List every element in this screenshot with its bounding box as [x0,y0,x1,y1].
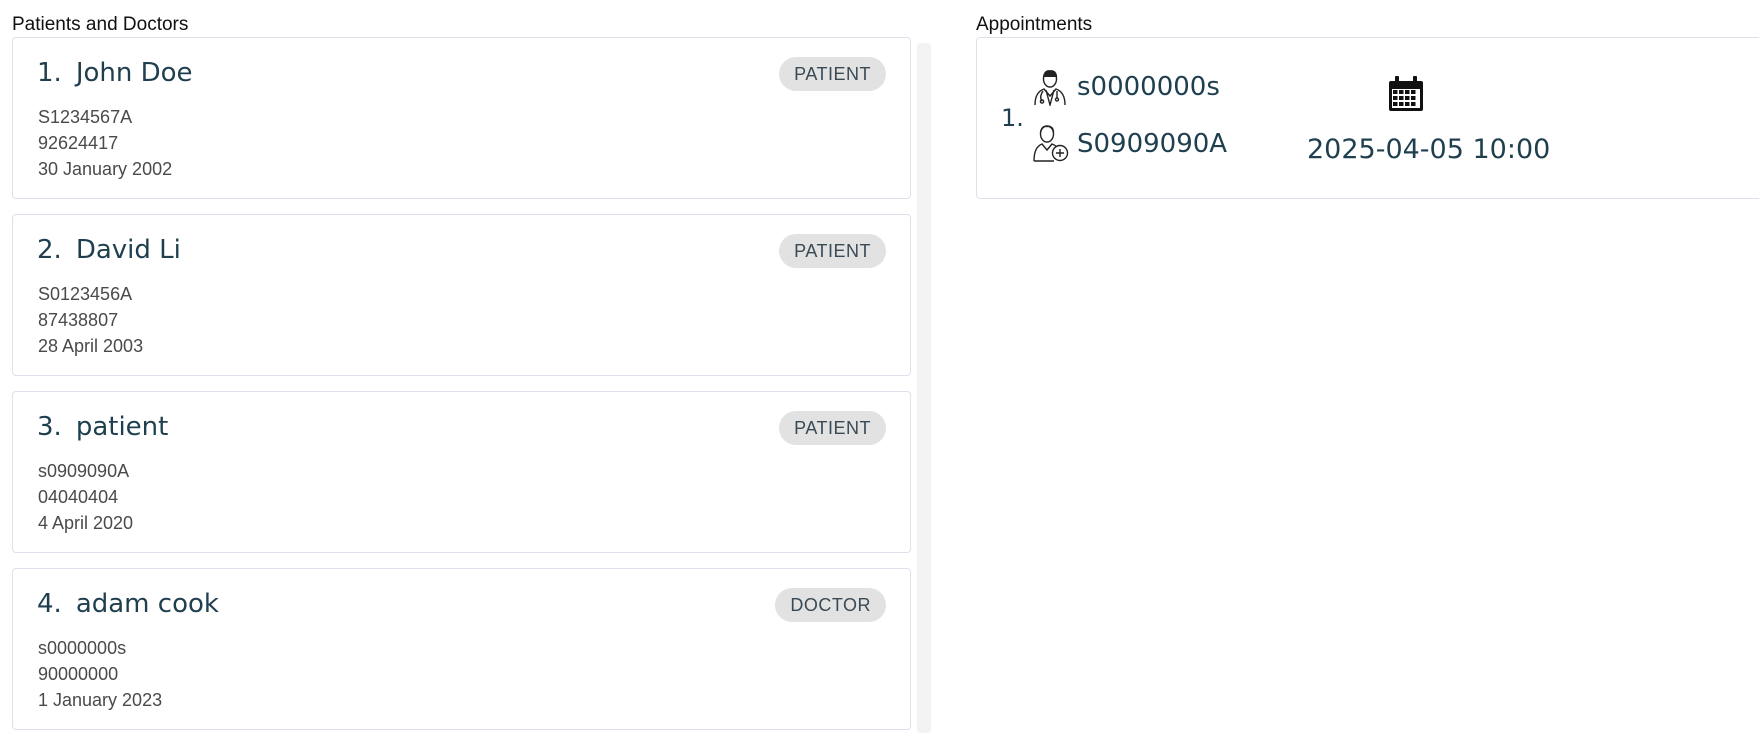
person-name: patient [75,412,169,442]
person-dob: 30 January 2002 [38,159,173,179]
doctor-icon [1034,70,1066,106]
person-details: s0000000s 90000000 1 January 2023 [38,635,162,713]
appointment-patient-id: S0909090A [1077,129,1228,159]
appointments-section-title: Appointments [976,14,1093,35]
role-badge: DOCTOR [775,588,886,622]
appointment-index: 1. [1001,104,1024,132]
person-name: John Doe [75,58,193,88]
calendar-icon [1389,76,1423,111]
role-badge: PATIENT [779,57,886,91]
person-index: 1. [37,58,62,88]
person-index: 2. [37,235,62,265]
person-index: 3. [37,412,62,442]
person-name: David Li [75,235,181,265]
people-section-title: Patients and Doctors [12,14,189,35]
patient-icon [1033,125,1069,162]
person-nric: S0123456A [38,284,133,304]
person-phone: 92624417 [38,133,119,153]
person-name-row: 2. David Li [37,235,181,265]
person-nric: s0909090A [38,461,130,481]
people-list[interactable]: 1. John Doe PATIENT S1234567A 92624417 30… [12,37,912,745]
person-details: S1234567A 92624417 30 January 2002 [38,104,172,182]
role-badge: PATIENT [779,234,886,268]
person-phone: 90000000 [38,664,119,684]
person-phone: 87438807 [38,310,119,330]
person-card[interactable]: 1. John Doe PATIENT S1234567A 92624417 30… [12,37,911,199]
person-card[interactable]: 3. patient PATIENT s0909090A 04040404 4 A… [12,391,911,553]
person-phone: 04040404 [38,487,119,507]
people-list-scrollbar[interactable] [917,43,931,733]
person-details: S0123456A 87438807 28 April 2003 [38,281,143,359]
appointment-card[interactable]: 1. s0000000s S0909090A 2025-04-05 10:00 [976,37,1759,199]
person-details: s0909090A 04040404 4 April 2020 [38,458,133,536]
person-name: adam cook [75,589,219,619]
person-dob: 1 January 2023 [38,690,163,710]
person-dob: 28 April 2003 [38,336,144,356]
person-nric: s0000000s [38,638,127,658]
appointment-doctor-id: s0000000s [1077,72,1220,102]
person-card[interactable]: 4. adam cook DOCTOR s0000000s 90000000 1 … [12,568,911,730]
appointment-datetime: 2025-04-05 10:00 [1307,134,1551,165]
appointments-list[interactable]: 1. s0000000s S0909090A 2025-04-05 10:00 [976,37,1759,199]
role-badge: PATIENT [779,411,886,445]
person-nric: S1234567A [38,107,133,127]
person-index: 4. [37,589,62,619]
person-card[interactable]: 2. David Li PATIENT S0123456A 87438807 28… [12,214,911,376]
person-dob: 4 April 2020 [38,513,134,533]
person-name-row: 3. patient [37,412,168,442]
person-name-row: 1. John Doe [37,58,193,88]
person-name-row: 4. adam cook [37,589,219,619]
